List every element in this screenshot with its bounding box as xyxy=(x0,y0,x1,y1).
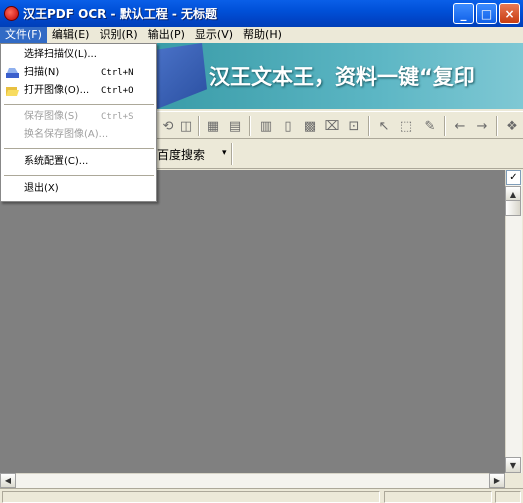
status-panel-secondary xyxy=(384,491,492,503)
menu-separator xyxy=(4,148,154,149)
menu-item-select-scanner[interactable]: 选择扫描仪(L)... xyxy=(1,47,156,63)
forward-icon[interactable]: → xyxy=(474,118,490,134)
menu-view[interactable]: 显示(V) xyxy=(190,27,238,43)
menu-item-save-image-as[interactable]: 换名保存图像(A)... xyxy=(1,127,156,143)
view-icon[interactable]: ◫ xyxy=(178,118,194,134)
scroll-down-button[interactable]: ▼ xyxy=(505,457,521,473)
window-title: 汉王PDF OCR - 默认工程 - 无标题 xyxy=(23,7,218,21)
menu-output[interactable]: 输出(P) xyxy=(143,27,190,43)
recognize-icon[interactable]: ❖ xyxy=(504,118,520,134)
menu-file[interactable]: 文件(F) xyxy=(0,27,47,43)
toolbar-separator xyxy=(231,143,233,165)
rotate-icon[interactable]: ⟲ xyxy=(160,118,176,134)
window-controls: _ □ × xyxy=(453,3,520,24)
open-folder-icon xyxy=(6,87,19,96)
menu-item-exit[interactable]: 退出(X) xyxy=(1,181,156,197)
book-icon xyxy=(157,43,207,109)
minimize-button[interactable]: _ xyxy=(453,3,474,24)
vertical-scroll-thumb[interactable] xyxy=(505,200,521,216)
banner-text: 汉王文本王，资料一键“复印 xyxy=(209,65,475,89)
image-workspace[interactable] xyxy=(0,170,505,473)
check-icon[interactable]: ✓ xyxy=(506,170,521,185)
title-bar[interactable]: 汉王PDF OCR - 默认工程 - 无标题 _ □ × xyxy=(0,0,523,27)
app-logo-icon[interactable] xyxy=(4,6,19,21)
scroll-left-button[interactable]: ◀ xyxy=(0,473,16,488)
maximize-button[interactable]: □ xyxy=(476,3,497,24)
erase-icon[interactable]: ⌧ xyxy=(324,118,340,134)
layout-icon[interactable]: ▦ xyxy=(205,118,221,134)
status-bar xyxy=(0,488,523,503)
scroll-right-button[interactable]: ▶ xyxy=(489,473,505,488)
pointer-icon[interactable]: ↖ xyxy=(376,118,392,134)
menu-recognize[interactable]: 识别(R) xyxy=(94,27,142,43)
scrollbar-corner xyxy=(505,473,523,488)
menu-edit[interactable]: 编辑(E) xyxy=(47,27,95,43)
menu-help[interactable]: 帮助(H) xyxy=(238,27,287,43)
toolbar-separator xyxy=(249,116,251,136)
menu-item-open-image[interactable]: 打开图像(O)... Ctrl+O xyxy=(1,83,156,99)
menu-separator xyxy=(4,175,154,176)
toolbar-separator xyxy=(198,116,200,136)
crop-icon[interactable]: ⊡ xyxy=(346,118,362,134)
menu-separator xyxy=(4,104,154,105)
ad-banner[interactable]: 汉王文本王，资料一键“复印 xyxy=(157,43,523,109)
chevron-down-icon[interactable]: ▾ xyxy=(222,148,227,158)
toolbar-separator xyxy=(444,116,446,136)
menu-item-scan[interactable]: 扫描(N) Ctrl+N xyxy=(1,65,156,81)
split-icon[interactable]: ▤ xyxy=(227,118,243,134)
toolbar-separator xyxy=(496,116,498,136)
back-icon[interactable]: ← xyxy=(452,118,468,134)
page-icon[interactable]: ▥ xyxy=(258,118,274,134)
menu-item-save-image[interactable]: 保存图像(S) Ctrl+S xyxy=(1,109,156,125)
status-panel-main xyxy=(2,491,380,503)
search-engine-label[interactable]: 百度搜索 xyxy=(157,146,205,163)
horizontal-scrollbar[interactable] xyxy=(0,473,505,488)
menu-bar: 文件(F) 编辑(E) 识别(R) 输出(P) 显示(V) 帮助(H) xyxy=(0,27,523,43)
toolbar-separator xyxy=(368,116,370,136)
close-button[interactable]: × xyxy=(499,3,520,24)
scanner-icon xyxy=(6,68,19,78)
status-panel-grip xyxy=(495,491,521,503)
menu-item-system-config[interactable]: 系统配置(C)... xyxy=(1,154,156,170)
file-menu-dropdown: 选择扫描仪(L)... 扫描(N) Ctrl+N 打开图像(O)... Ctrl… xyxy=(0,43,157,202)
select-icon[interactable]: ⬚ xyxy=(398,118,414,134)
table-icon[interactable]: ▩ xyxy=(302,118,318,134)
pen-icon[interactable]: ✎ xyxy=(422,118,438,134)
columns-icon[interactable]: ▯ xyxy=(280,118,296,134)
